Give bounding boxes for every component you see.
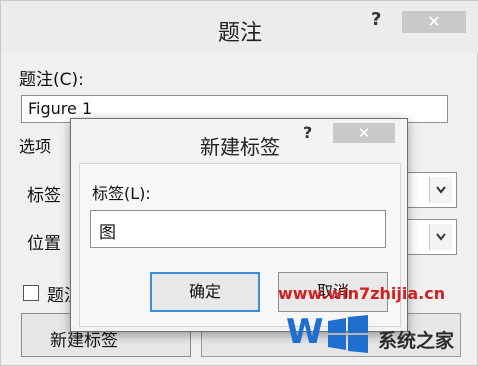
help-icon[interactable]: ?: [371, 9, 381, 30]
watermark-url: www.win7zhijia.cn: [278, 284, 446, 303]
label-select[interactable]: [405, 172, 457, 208]
close-icon[interactable]: ✕: [333, 123, 395, 143]
chevron-down-icon[interactable]: [429, 224, 452, 250]
close-icon[interactable]: ✕: [402, 11, 466, 33]
exclude-label-checkbox[interactable]: [23, 285, 39, 301]
watermark-site-name: 系统之家: [378, 330, 455, 352]
position-select[interactable]: [405, 219, 457, 255]
label-field-label: 标签(L):: [92, 184, 151, 203]
options-legend: 选项: [19, 137, 52, 156]
help-icon[interactable]: ?: [303, 123, 312, 142]
ok-button[interactable]: 确定: [150, 272, 260, 312]
label-row-label: 标签: [27, 186, 61, 206]
caption-field-label: 题注(C):: [19, 70, 84, 90]
position-row-label: 位置: [27, 234, 61, 254]
svg-text:W: W: [286, 312, 324, 352]
label-input[interactable]: 图: [90, 210, 386, 248]
chevron-down-icon[interactable]: [429, 177, 452, 203]
